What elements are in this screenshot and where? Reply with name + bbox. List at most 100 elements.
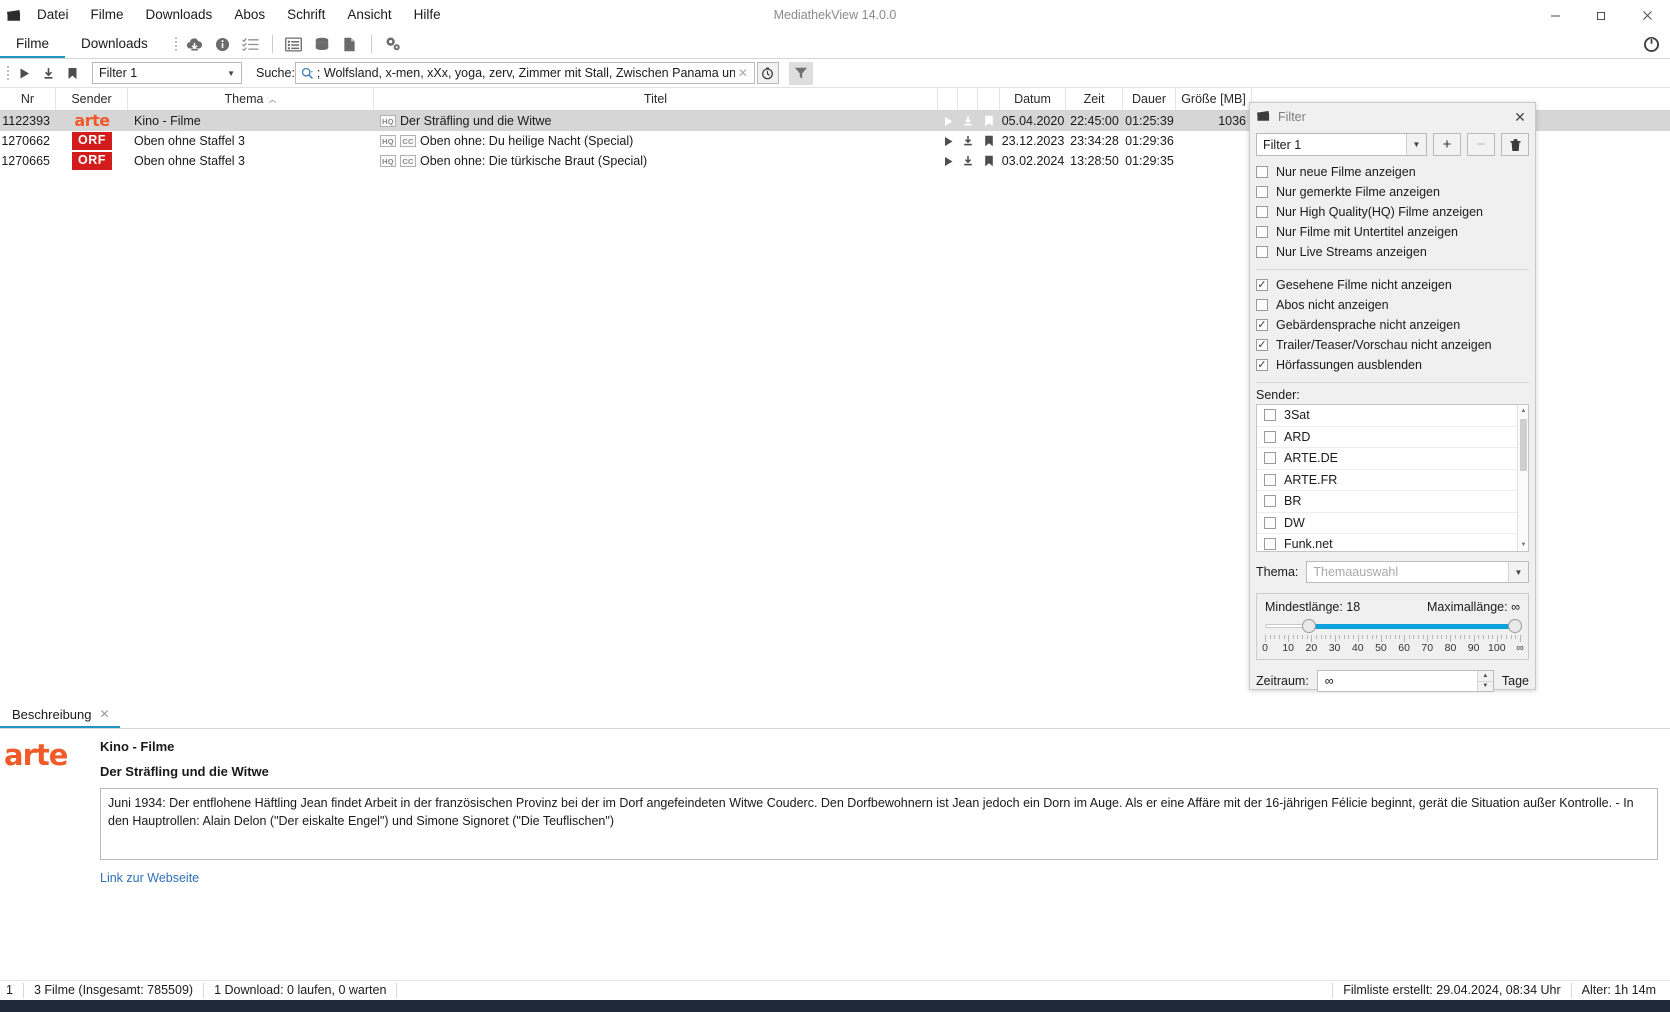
chevron-up-icon[interactable]: ▲: [1518, 405, 1528, 417]
website-link[interactable]: Link zur Webseite: [100, 871, 199, 885]
tab-beschreibung[interactable]: Beschreibung ✕: [0, 702, 120, 728]
cell-action-bookmark-icon[interactable]: [978, 151, 1000, 171]
menu-hilfe[interactable]: Hilfe: [403, 0, 452, 30]
table-header-titel[interactable]: Titel: [374, 88, 938, 110]
checkbox[interactable]: [1264, 452, 1276, 465]
thema-select[interactable]: Themaauswahl ▼: [1306, 561, 1529, 583]
sender-list[interactable]: 3Sat ARD ARTE.DE ARTE.FR BR DW Funk.net ▲ ▼: [1256, 404, 1529, 552]
filter-option-3[interactable]: Nur Filme mit Untertitel anzeigen: [1256, 222, 1535, 242]
table-header-sender[interactable]: Sender: [56, 88, 128, 110]
filter-option-0[interactable]: Nur neue Filme anzeigen: [1256, 162, 1535, 182]
bookmark-icon[interactable]: [979, 155, 999, 167]
filter-profile-select[interactable]: Filter 1 ▼: [92, 62, 242, 84]
checkbox[interactable]: [1264, 538, 1276, 551]
spinner-down-icon[interactable]: ▼: [1476, 681, 1493, 691]
info-icon[interactable]: [210, 32, 236, 56]
checkbox[interactable]: [1256, 206, 1268, 218]
clear-icon[interactable]: ✕: [735, 66, 751, 80]
filter-exclude-option-3[interactable]: Trailer/Teaser/Vorschau nicht anzeigen: [1256, 335, 1535, 355]
bookmark-icon[interactable]: [979, 115, 999, 127]
table-header-nr[interactable]: Nr: [0, 88, 56, 110]
menu-schrift[interactable]: Schrift: [276, 0, 336, 30]
checkbox[interactable]: [1264, 409, 1276, 422]
checkbox[interactable]: [1256, 186, 1268, 198]
settings-gear-icon[interactable]: [380, 32, 406, 56]
cell-action-bookmark-icon[interactable]: [978, 131, 1000, 151]
close-icon[interactable]: ✕: [100, 702, 110, 727]
checklist-icon[interactable]: [238, 32, 264, 56]
funnel-icon[interactable]: [788, 61, 813, 85]
table-header-a1[interactable]: [938, 88, 958, 110]
checkbox[interactable]: [1256, 246, 1268, 258]
checkbox[interactable]: [1256, 279, 1268, 291]
sender-item[interactable]: Funk.net: [1257, 534, 1528, 551]
cell-action-play-icon[interactable]: [938, 111, 958, 131]
bookmark-icon[interactable]: [60, 61, 84, 85]
power-icon[interactable]: [1640, 33, 1662, 55]
description-text[interactable]: Juni 1934: Der entflohene Häftling Jean …: [100, 788, 1658, 860]
cell-action-download-icon[interactable]: [958, 131, 978, 151]
sender-list-scrollbar[interactable]: ▲ ▼: [1517, 405, 1528, 551]
checkbox[interactable]: [1256, 319, 1268, 331]
slider-max-knob[interactable]: [1508, 619, 1522, 633]
close-button[interactable]: [1624, 0, 1670, 30]
toolbar-grip[interactable]: [172, 34, 180, 54]
cell-action-play-icon[interactable]: [938, 131, 958, 151]
filter-profile-combo[interactable]: Filter 1 ▼: [1256, 133, 1427, 156]
checkbox[interactable]: [1264, 430, 1276, 443]
minimize-button[interactable]: [1532, 0, 1578, 30]
close-icon[interactable]: ✕: [1511, 108, 1529, 126]
bookmark-icon[interactable]: [979, 135, 999, 147]
table-header-datum[interactable]: Datum: [1000, 88, 1066, 110]
search-input[interactable]: ; Wolfsland, x-men, xXx, yoga, zerv, Zim…: [294, 62, 755, 84]
download-icon[interactable]: [36, 61, 60, 85]
checkbox[interactable]: [1256, 359, 1268, 371]
searchbar-grip[interactable]: [4, 63, 12, 83]
sender-item[interactable]: BR: [1257, 491, 1528, 513]
checkbox[interactable]: [1256, 166, 1268, 178]
play-icon[interactable]: [938, 116, 958, 127]
play-icon[interactable]: [938, 136, 958, 147]
filter-exclude-option-2[interactable]: Gebärdensprache nicht anzeigen: [1256, 315, 1535, 335]
database-icon[interactable]: [309, 32, 335, 56]
cell-action-download-icon[interactable]: [958, 111, 978, 131]
remove-filter-button[interactable]: −: [1467, 133, 1495, 156]
table-header-dauer[interactable]: Dauer: [1123, 88, 1176, 110]
length-range-slider[interactable]: [1265, 618, 1522, 634]
checkbox[interactable]: [1256, 299, 1268, 311]
table-header-groesse[interactable]: Größe [MB]: [1176, 88, 1252, 110]
zeitraum-spinner[interactable]: ∞ ▲ ▼: [1316, 670, 1494, 692]
scrollbar-thumb[interactable]: [1520, 419, 1527, 471]
filter-exclude-option-0[interactable]: Gesehene Filme nicht anzeigen: [1256, 275, 1535, 295]
cell-action-bookmark-icon[interactable]: [978, 111, 1000, 131]
sender-item[interactable]: ARD: [1257, 427, 1528, 448]
checkbox[interactable]: [1256, 226, 1268, 238]
sender-item[interactable]: ARTE.DE: [1257, 448, 1528, 470]
chevron-down-icon[interactable]: ▼: [1508, 562, 1528, 582]
tab-downloads[interactable]: Downloads: [65, 30, 164, 58]
cloud-download-icon[interactable]: [182, 32, 208, 56]
download-icon[interactable]: [958, 135, 978, 147]
filter-exclude-option-1[interactable]: Abos nicht anzeigen: [1256, 295, 1535, 315]
download-icon[interactable]: [958, 155, 978, 167]
filter-option-4[interactable]: Nur Live Streams anzeigen: [1256, 242, 1535, 262]
checkbox[interactable]: [1264, 473, 1276, 486]
trash-icon[interactable]: [1501, 133, 1529, 156]
table-header-thema[interactable]: Thema ︿: [128, 88, 374, 110]
table-view-icon[interactable]: [281, 32, 307, 56]
tab-filme[interactable]: Filme: [0, 30, 65, 58]
checkbox[interactable]: [1264, 516, 1276, 529]
table-header-a3[interactable]: [978, 88, 1000, 110]
menu-ansicht[interactable]: Ansicht: [336, 0, 402, 30]
menu-filme[interactable]: Filme: [80, 0, 135, 30]
table-header-zeit[interactable]: Zeit: [1066, 88, 1123, 110]
play-icon[interactable]: [938, 156, 958, 167]
play-icon[interactable]: [12, 61, 36, 85]
search-history-icon[interactable]: [756, 62, 779, 84]
slider-min-knob[interactable]: [1301, 619, 1316, 633]
chevron-down-icon[interactable]: ▼: [1518, 539, 1528, 551]
cell-action-download-icon[interactable]: [958, 151, 978, 171]
cell-action-play-icon[interactable]: [938, 151, 958, 171]
menu-abos[interactable]: Abos: [223, 0, 276, 30]
sender-item[interactable]: DW: [1257, 513, 1528, 534]
